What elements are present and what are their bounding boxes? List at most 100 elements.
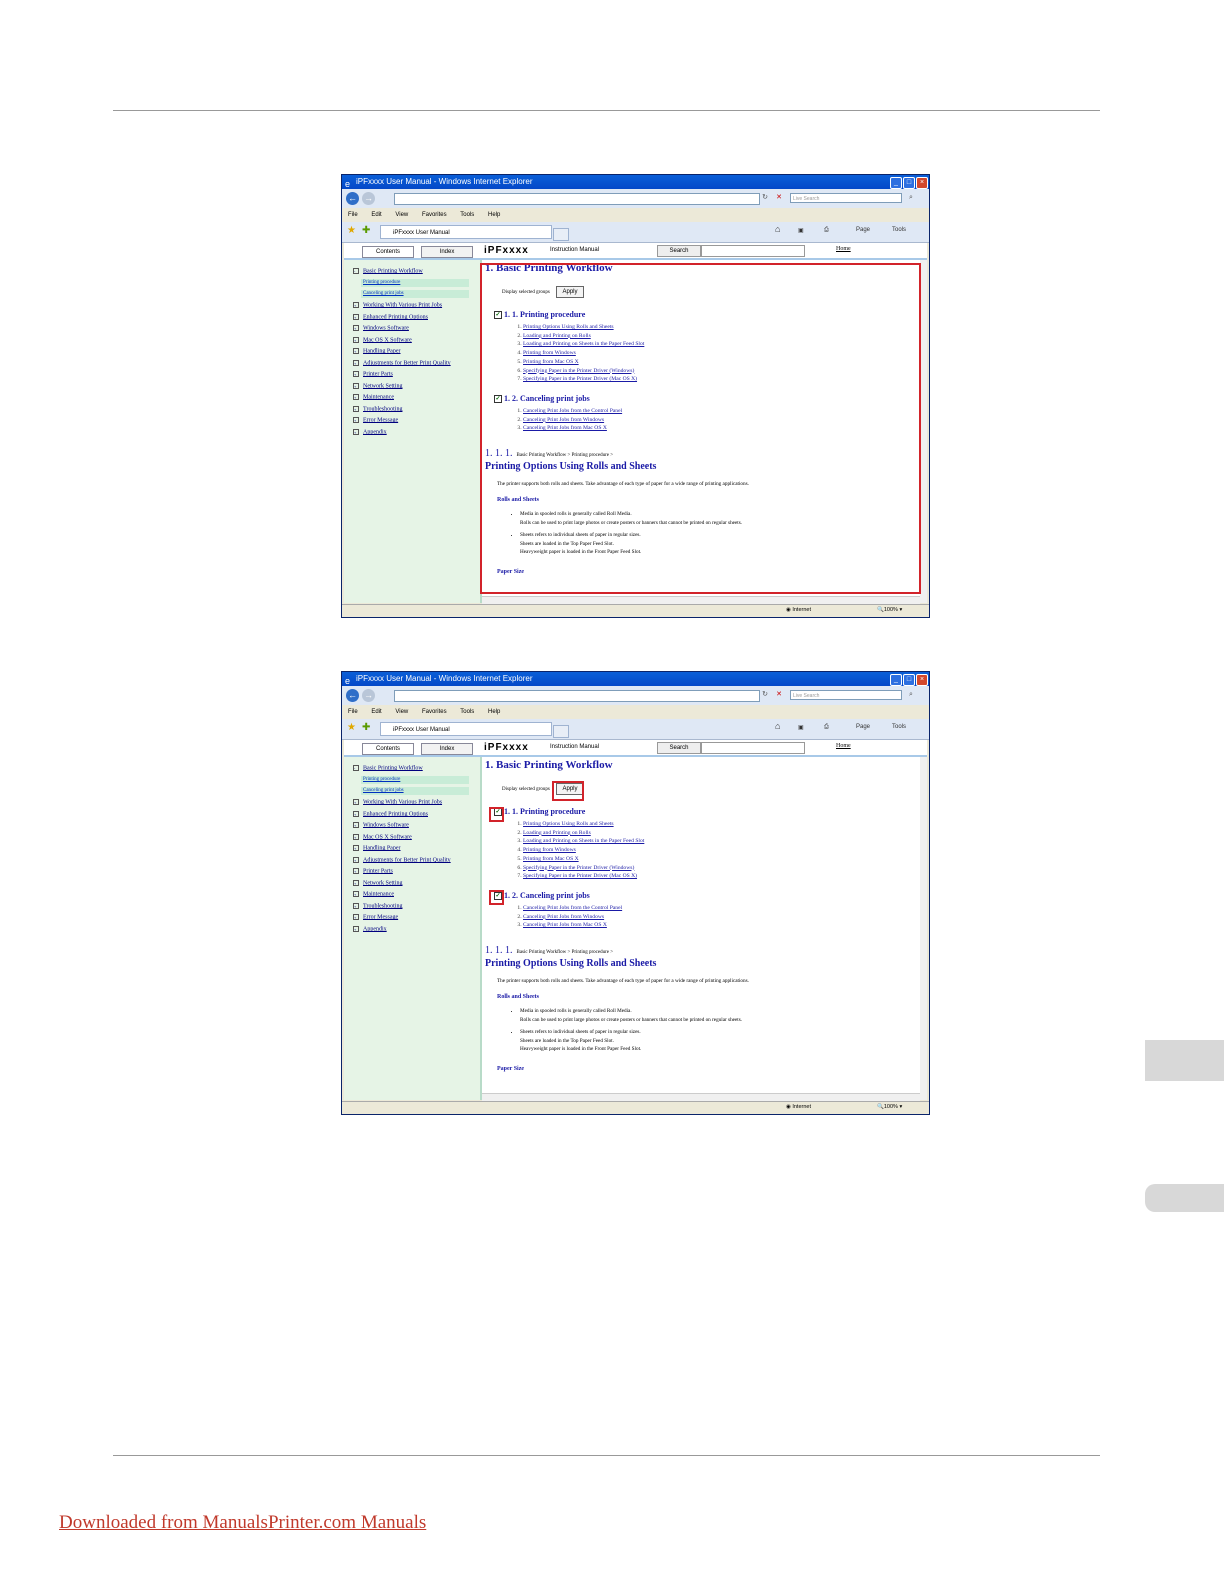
- search-icon[interactable]: ⌕: [906, 193, 916, 203]
- menu-file[interactable]: File: [348, 212, 358, 218]
- manual-search-input[interactable]: [701, 742, 805, 754]
- search-button[interactable]: Search: [657, 245, 701, 257]
- url-input[interactable]: [394, 690, 760, 702]
- sidebar-item[interactable]: + Error Message: [353, 417, 398, 423]
- sidebar-item[interactable]: + Handling Paper: [353, 845, 401, 851]
- add-favorites-icon[interactable]: ✚: [362, 225, 370, 236]
- sidebar-item[interactable]: + Troubleshooting: [353, 406, 402, 412]
- menu-help[interactable]: Help: [488, 212, 500, 218]
- feeds-icon[interactable]: ▣: [798, 227, 804, 234]
- close-button[interactable]: ×: [916, 674, 928, 686]
- home-link[interactable]: Home: [836, 743, 851, 749]
- tools-menu[interactable]: Tools: [892, 724, 906, 730]
- feeds-icon[interactable]: ▣: [798, 724, 804, 731]
- menu-view[interactable]: View: [395, 212, 408, 218]
- new-tab-button[interactable]: [553, 228, 569, 241]
- sidebar-subitem[interactable]: Printing procedure: [361, 776, 469, 784]
- sidebar-item[interactable]: + Appendix: [353, 926, 387, 932]
- contents-tab[interactable]: Contents: [362, 743, 414, 755]
- index-tab-button[interactable]: Index: [421, 743, 473, 755]
- page-menu[interactable]: Page: [856, 724, 870, 730]
- maximize-button[interactable]: □: [903, 177, 915, 189]
- home-icon[interactable]: ⌂: [775, 224, 780, 234]
- sidebar-item[interactable]: + Handling Paper: [353, 348, 401, 354]
- vertical-scrollbar[interactable]: [920, 260, 927, 603]
- list-item[interactable]: Printing from Mac OS X: [523, 855, 644, 864]
- menu-help[interactable]: Help: [488, 709, 500, 715]
- list-item[interactable]: Specifying Paper in the Printer Driver (…: [523, 872, 644, 881]
- favorites-star-icon[interactable]: ★: [347, 722, 356, 733]
- close-button[interactable]: ×: [916, 177, 928, 189]
- minimize-button[interactable]: _: [890, 177, 902, 189]
- search-button[interactable]: Search: [657, 742, 701, 754]
- list-item[interactable]: Canceling Print Jobs from Windows: [523, 913, 622, 922]
- sidebar-item[interactable]: + Troubleshooting: [353, 903, 402, 909]
- refresh-icon[interactable]: ↻: [760, 690, 770, 700]
- stop-icon[interactable]: ✕: [774, 690, 784, 700]
- manual-search-input[interactable]: [701, 245, 805, 257]
- refresh-icon[interactable]: ↻: [760, 193, 770, 203]
- sidebar-item[interactable]: + Adjustments for Better Print Quality: [353, 857, 451, 863]
- menu-edit[interactable]: Edit: [371, 709, 381, 715]
- sidebar-item[interactable]: + Network Setting: [353, 383, 403, 389]
- print-icon[interactable]: ⎙: [824, 227, 829, 234]
- sidebar-subitem[interactable]: Printing procedure: [361, 279, 469, 287]
- browser-tab[interactable]: iPFxxxx User Manual: [380, 225, 552, 239]
- forward-button[interactable]: →: [362, 192, 375, 205]
- sidebar-subitem[interactable]: Canceling print jobs: [361, 787, 469, 795]
- sidebar-item[interactable]: + Enhanced Printing Options: [353, 314, 428, 320]
- page-menu[interactable]: Page: [856, 227, 870, 233]
- home-icon[interactable]: ⌂: [775, 721, 780, 731]
- sidebar-item[interactable]: + Windows Software: [353, 325, 409, 331]
- print-icon[interactable]: ⎙: [824, 724, 829, 731]
- sidebar-item[interactable]: + Error Message: [353, 914, 398, 920]
- minimize-button[interactable]: _: [890, 674, 902, 686]
- sidebar-item[interactable]: + Mac OS X Software: [353, 337, 412, 343]
- menu-file[interactable]: File: [348, 709, 358, 715]
- url-input[interactable]: [394, 193, 760, 205]
- live-search-input[interactable]: Live Search: [790, 690, 902, 700]
- tools-menu[interactable]: Tools: [892, 227, 906, 233]
- sidebar-item[interactable]: + Adjustments for Better Print Quality: [353, 360, 451, 366]
- sidebar-item[interactable]: + Printer Parts: [353, 868, 393, 874]
- new-tab-button[interactable]: [553, 725, 569, 738]
- forward-button[interactable]: →: [362, 689, 375, 702]
- menu-tools[interactable]: Tools: [460, 709, 474, 715]
- horizontal-scrollbar[interactable]: [482, 1093, 920, 1101]
- sidebar-item[interactable]: + Appendix: [353, 429, 387, 435]
- sidebar-item[interactable]: - Basic Printing Workflow: [353, 268, 423, 274]
- contents-tab[interactable]: Contents: [362, 246, 414, 258]
- footer-download-link[interactable]: Downloaded from ManualsPrinter.com Manua…: [59, 1512, 426, 1534]
- zoom-level[interactable]: 🔍100% ▾: [877, 607, 902, 613]
- sidebar-item[interactable]: + Maintenance: [353, 394, 394, 400]
- sidebar-subitem[interactable]: Canceling print jobs: [361, 290, 469, 298]
- list-item[interactable]: Specifying Paper in the Printer Driver (…: [523, 864, 644, 873]
- browser-tab[interactable]: iPFxxxx User Manual: [380, 722, 552, 736]
- back-button[interactable]: ←: [346, 689, 359, 702]
- sidebar-item[interactable]: - Basic Printing Workflow: [353, 765, 423, 771]
- search-icon[interactable]: ⌕: [906, 690, 916, 700]
- sidebar-item[interactable]: + Windows Software: [353, 822, 409, 828]
- list-item[interactable]: Printing from Windows: [523, 846, 644, 855]
- list-item[interactable]: Canceling Print Jobs from Mac OS X: [523, 921, 622, 930]
- back-button[interactable]: ←: [346, 192, 359, 205]
- sidebar-item[interactable]: + Mac OS X Software: [353, 834, 412, 840]
- index-tab-button[interactable]: Index: [421, 246, 473, 258]
- list-item[interactable]: Canceling Print Jobs from the Control Pa…: [523, 904, 622, 913]
- list-item[interactable]: Loading and Printing on Sheets in the Pa…: [523, 837, 644, 846]
- home-link[interactable]: Home: [836, 246, 851, 252]
- menu-tools[interactable]: Tools: [460, 212, 474, 218]
- live-search-input[interactable]: Live Search: [790, 193, 902, 203]
- zoom-level[interactable]: 🔍100% ▾: [877, 1104, 902, 1110]
- add-favorites-icon[interactable]: ✚: [362, 722, 370, 733]
- sidebar-item[interactable]: + Working With Various Print Jobs: [353, 302, 442, 308]
- horizontal-scrollbar[interactable]: [482, 596, 920, 604]
- maximize-button[interactable]: □: [903, 674, 915, 686]
- sidebar-item[interactable]: + Working With Various Print Jobs: [353, 799, 442, 805]
- menu-favorites[interactable]: Favorites: [422, 709, 447, 715]
- stop-icon[interactable]: ✕: [774, 193, 784, 203]
- menu-favorites[interactable]: Favorites: [422, 212, 447, 218]
- sidebar-item[interactable]: + Enhanced Printing Options: [353, 811, 428, 817]
- sidebar-item[interactable]: + Maintenance: [353, 891, 394, 897]
- sidebar-item[interactable]: + Printer Parts: [353, 371, 393, 377]
